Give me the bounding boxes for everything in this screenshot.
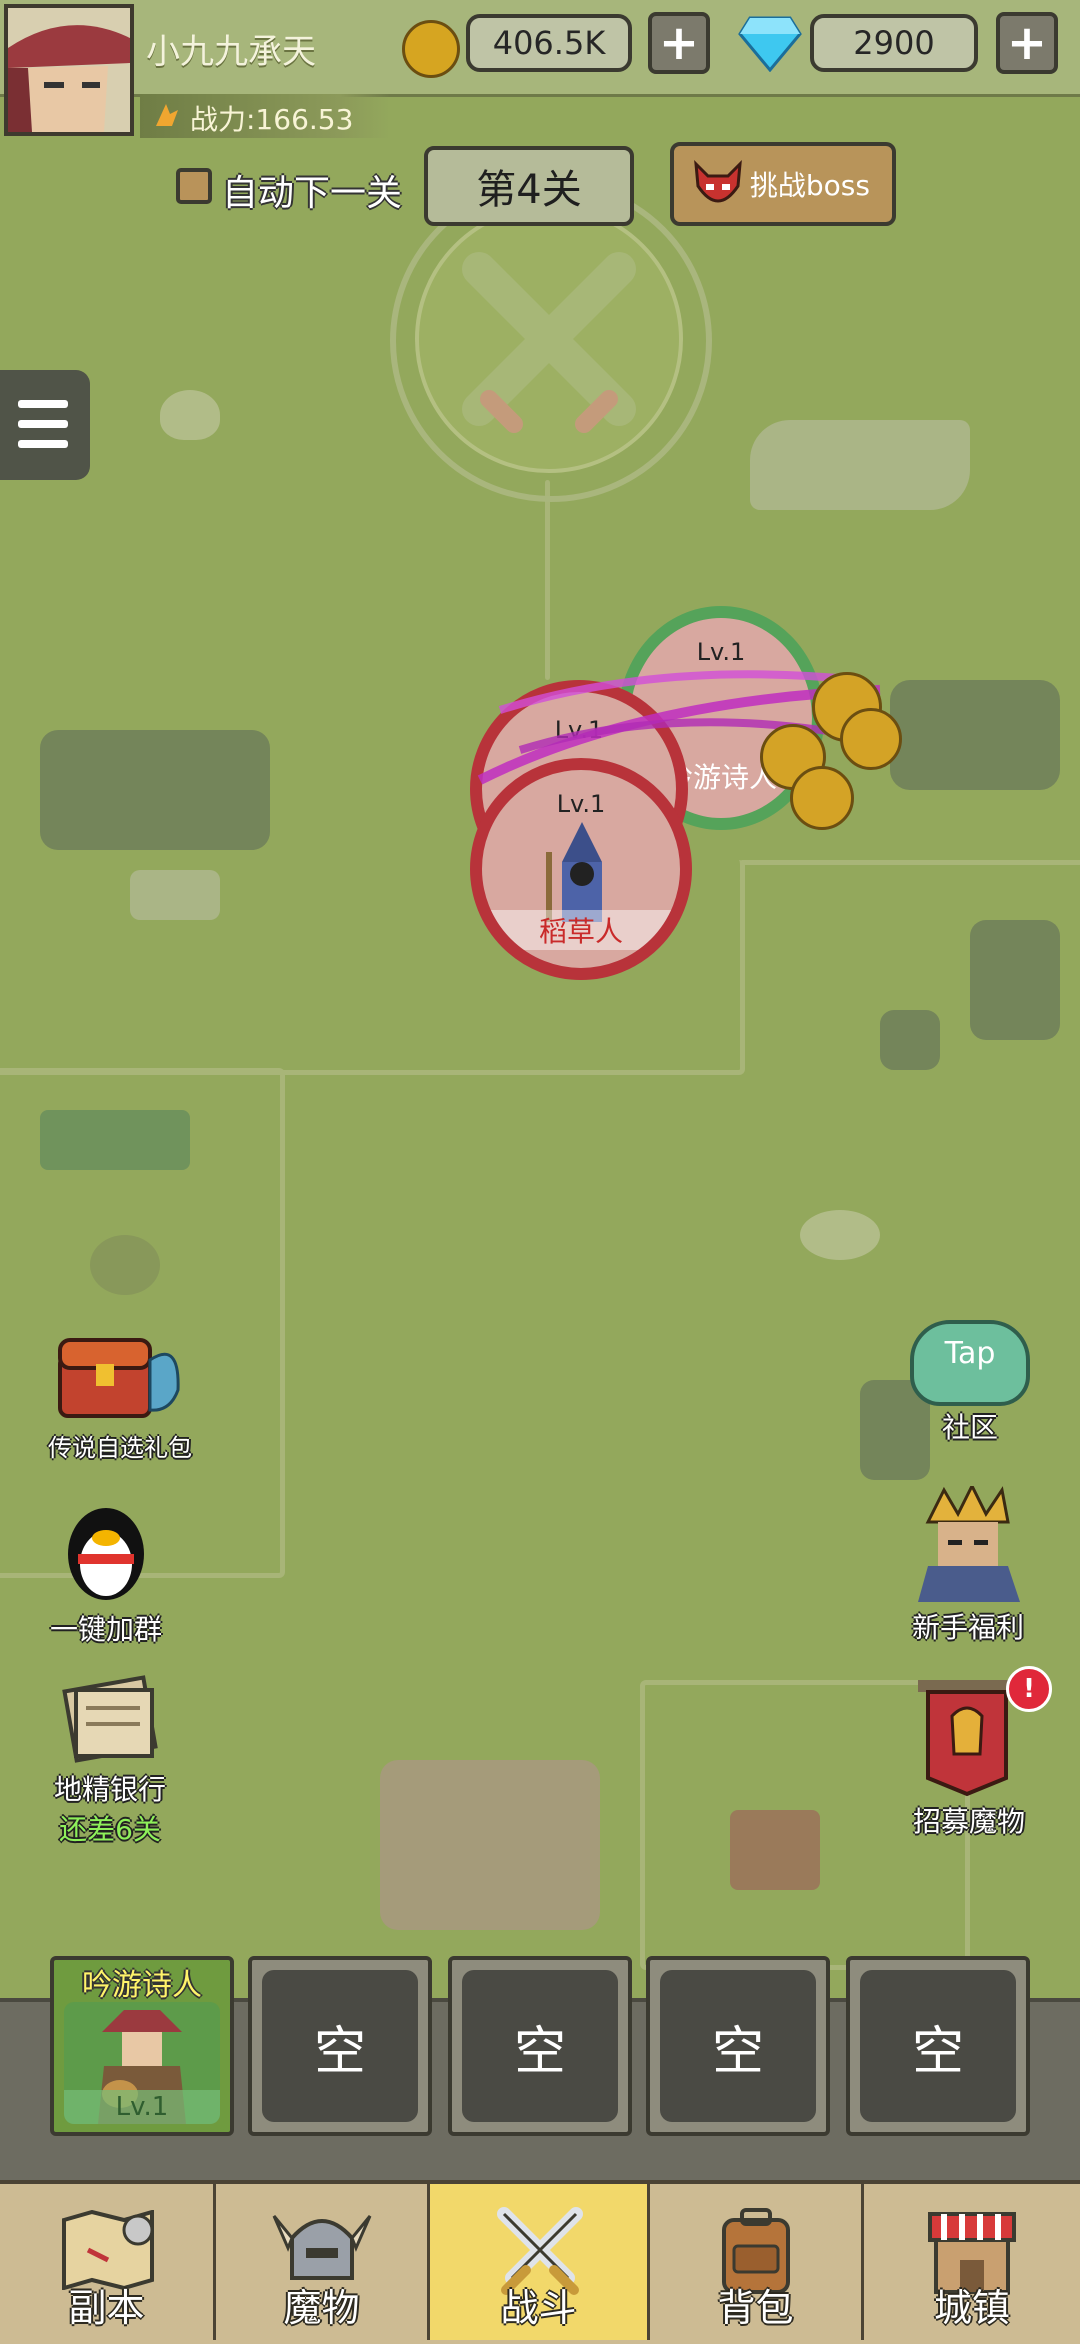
hamburger-icon-bar xyxy=(18,420,68,428)
auto-next-checkbox[interactable] xyxy=(176,168,212,204)
skull-icon xyxy=(800,1210,880,1260)
rock-cluster xyxy=(40,730,270,850)
nav-monsters[interactable]: 魔物 xyxy=(216,2184,430,2340)
map-road xyxy=(740,860,1080,865)
player-name: 小九九承天 xyxy=(146,32,316,72)
recruit-monsters-button[interactable]: ! 招募魔物 xyxy=(894,1666,1052,1840)
join-group-button[interactable]: 一键加群 xyxy=(36,1494,176,1648)
crossed-swords-icon xyxy=(415,205,683,473)
nav-battle[interactable]: 战斗 xyxy=(430,2184,650,2340)
challenge-boss-label: 挑战boss xyxy=(749,169,870,202)
nav-town-label: 城镇 xyxy=(933,2286,1010,2330)
side-menu-button[interactable] xyxy=(0,370,90,480)
gold-amount: 406.5K xyxy=(466,14,632,72)
goblin-bank-label: 地精银行 xyxy=(53,1773,166,1806)
boss-demon-icon xyxy=(690,156,746,212)
hamburger-icon-bar xyxy=(18,440,68,448)
tap-cloud-icon: Tap xyxy=(910,1320,1030,1406)
qq-penguin-icon xyxy=(68,1508,144,1600)
gem-icon xyxy=(738,16,802,76)
nav-town[interactable]: 城镇 xyxy=(864,2184,1080,2340)
unit-name: 稻草人 xyxy=(482,910,680,950)
hamburger-icon xyxy=(18,400,68,408)
rock-cluster xyxy=(890,680,1060,790)
add-gold-button[interactable]: + xyxy=(648,12,710,74)
add-gems-button[interactable]: + xyxy=(996,12,1058,74)
top-bar: 小九九承天 406.5K + 2900 + xyxy=(0,0,1080,97)
legend-gift-pack[interactable]: 传说自选礼包 xyxy=(30,1320,210,1463)
alert-badge: ! xyxy=(1006,1666,1052,1712)
nav-dungeon-label: 副本 xyxy=(68,2286,145,2330)
nav-monsters-label: 魔物 xyxy=(283,2286,360,2330)
rock xyxy=(880,1010,940,1070)
nav-dungeon[interactable]: 副本 xyxy=(0,2184,216,2340)
player-avatar[interactable] xyxy=(4,4,134,136)
skull-icon xyxy=(160,390,220,440)
rock xyxy=(970,920,1060,1040)
slot-unit-name: 吟游诗人 xyxy=(82,1968,202,2003)
gold-coin-icon xyxy=(790,766,854,830)
tap-badge-text: Tap xyxy=(944,1336,996,1371)
gold-coin-icon xyxy=(840,708,902,770)
empty-slot-label: 空 xyxy=(860,1970,1016,2122)
newbie-benefits-label: 新手福利 xyxy=(911,1611,1024,1644)
gem-amount: 2900 xyxy=(810,14,978,72)
skull-icon xyxy=(90,1235,160,1295)
auto-next-label: 自动下一关 xyxy=(222,173,403,214)
treasure-chest-icon xyxy=(58,1338,180,1418)
nav-battle-label: 战斗 xyxy=(500,2286,577,2330)
team-slot-2[interactable]: 空 xyxy=(248,1956,432,2136)
slot-unit-level: Lv.1 xyxy=(64,2090,220,2124)
nav-backpack-label: 背包 xyxy=(717,2286,794,2330)
ruins xyxy=(380,1760,600,1930)
challenge-boss-button[interactable]: 挑战boss xyxy=(670,142,896,226)
combat-power: 战力:166.53 xyxy=(190,103,354,136)
empty-slot-label: 空 xyxy=(462,1970,618,2122)
gold-coin-icon xyxy=(402,20,460,78)
empty-slot-label: 空 xyxy=(660,1970,816,2122)
trees xyxy=(40,1110,190,1170)
newbie-benefits-button[interactable]: 新手福利 xyxy=(880,1482,1056,1646)
empty-slot-label: 空 xyxy=(262,1970,418,2122)
team-slot-3[interactable]: 空 xyxy=(448,1956,632,2136)
power-icon xyxy=(152,100,182,130)
chest-on-map xyxy=(130,870,220,920)
goblin-bank-button[interactable]: 地精银行 还差6关 xyxy=(40,1674,180,1848)
dragon-skeleton xyxy=(750,420,970,510)
nav-backpack[interactable]: 背包 xyxy=(650,2184,864,2340)
legend-gift-pack-label: 传说自选礼包 xyxy=(48,1434,192,1462)
join-group-label: 一键加群 xyxy=(49,1613,162,1646)
community-label: 社区 xyxy=(941,1411,998,1444)
community-button[interactable]: Tap 社区 xyxy=(900,1320,1040,1446)
team-slot-4[interactable]: 空 xyxy=(646,1956,830,2136)
king-icon xyxy=(918,1482,1020,1602)
team-slot-5[interactable]: 空 xyxy=(846,1956,1030,2136)
recruit-monsters-label: 招募魔物 xyxy=(912,1805,1025,1838)
team-slot-1[interactable]: 吟游诗人 Lv.1 xyxy=(50,1956,234,2136)
stage-button[interactable]: 第4关 xyxy=(424,146,634,226)
house xyxy=(730,1810,820,1890)
scroll-document-icon xyxy=(62,1675,158,1763)
goblin-bank-remaining: 还差6关 xyxy=(59,1813,161,1846)
